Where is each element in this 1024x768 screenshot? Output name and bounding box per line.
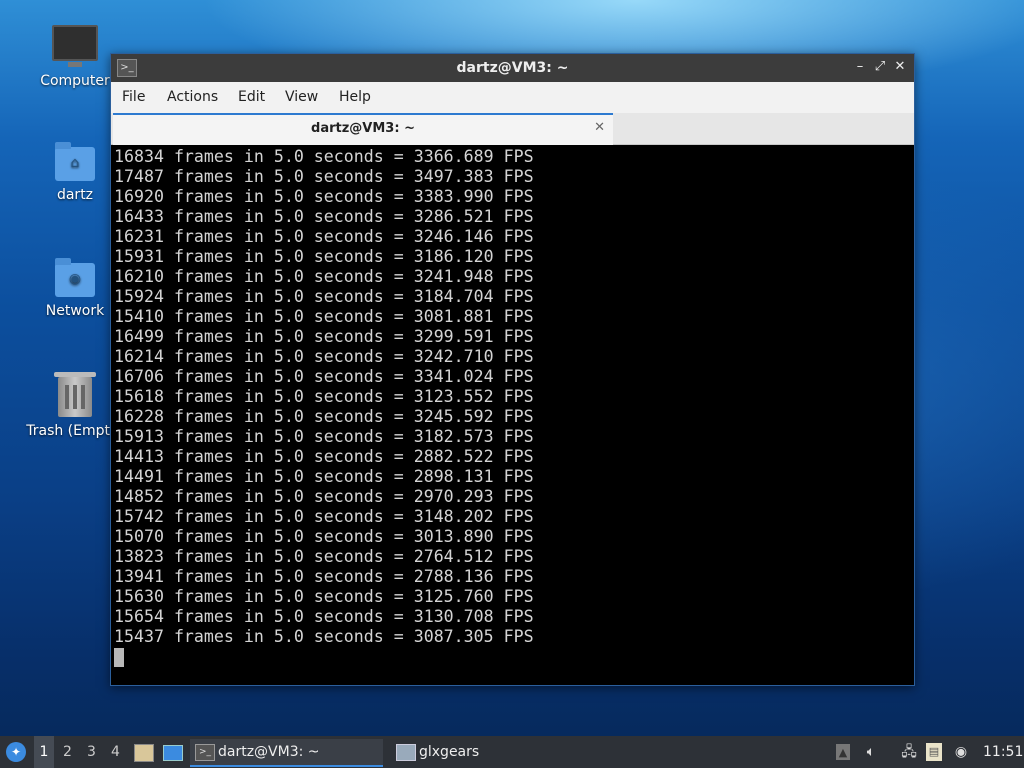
window-title: dartz@VM3: ~ [456, 60, 569, 76]
terminal-line: 15410 frames in 5.0 seconds = 3081.881 F… [114, 307, 534, 326]
terminal-window: >_ dartz@VM3: ~ – ⤢ ✕ File Actions Edit … [110, 53, 915, 686]
minimize-icon[interactable]: – [852, 59, 868, 75]
terminal-line: 16214 frames in 5.0 seconds = 3242.710 F… [114, 347, 534, 366]
terminal-line: 14491 frames in 5.0 seconds = 2898.131 F… [114, 467, 534, 486]
workspace-2[interactable]: 2 [63, 736, 77, 768]
updates-icon[interactable]: ▲ [836, 744, 850, 760]
tab-close-icon[interactable]: ✕ [594, 120, 605, 135]
volume-icon[interactable]: 🔈︎ [862, 743, 880, 761]
clock[interactable]: 11:51 [983, 736, 1023, 768]
task-glxgears[interactable]: glxgears [391, 739, 539, 765]
terminal-line: 16210 frames in 5.0 seconds = 3241.948 F… [114, 267, 534, 286]
menu-actions[interactable]: Actions [167, 89, 218, 105]
terminal-line: 14852 frames in 5.0 seconds = 2970.293 F… [114, 487, 534, 506]
terminal-cursor [114, 648, 124, 667]
terminal-line: 16433 frames in 5.0 seconds = 3286.521 F… [114, 207, 534, 226]
terminal-line: 15924 frames in 5.0 seconds = 3184.704 F… [114, 287, 534, 306]
workspace-3[interactable]: 3 [87, 736, 101, 768]
terminal-line: 13941 frames in 5.0 seconds = 2788.136 F… [114, 567, 534, 586]
task-label: glxgears [419, 744, 480, 760]
network-icon[interactable]: 🖧︎ [900, 743, 918, 761]
terminal-icon: >_ [195, 744, 215, 761]
terminal-line: 15070 frames in 5.0 seconds = 3013.890 F… [114, 527, 534, 546]
tab-label: dartz@VM3: ~ [311, 121, 415, 136]
trash-icon [54, 372, 96, 417]
terminal-line: 16706 frames in 5.0 seconds = 3341.024 F… [114, 367, 534, 386]
start-menu-button[interactable]: ✦ [4, 736, 28, 768]
computer-icon [52, 25, 98, 67]
distro-logo-icon: ✦ [6, 742, 26, 762]
terminal-line: 16228 frames in 5.0 seconds = 3245.592 F… [114, 407, 534, 426]
terminal-line: 13823 frames in 5.0 seconds = 2764.512 F… [114, 547, 534, 566]
network-folder-icon: ◉ [55, 258, 95, 297]
terminal-output[interactable]: 16834 frames in 5.0 seconds = 3366.689 F… [114, 147, 911, 682]
workspace-4[interactable]: 4 [111, 736, 125, 768]
terminal-line: 15630 frames in 5.0 seconds = 3125.760 F… [114, 587, 534, 606]
desktop-icon [163, 745, 183, 761]
maximize-icon[interactable]: ⤢ [872, 59, 888, 75]
terminal-line: 15437 frames in 5.0 seconds = 3087.305 F… [114, 627, 534, 646]
file-manager-launcher[interactable] [134, 736, 154, 768]
terminal-line: 15931 frames in 5.0 seconds = 3186.120 F… [114, 247, 534, 266]
tab-terminal[interactable]: dartz@VM3: ~ ✕ [113, 113, 613, 145]
tab-bar: dartz@VM3: ~ ✕ [111, 113, 914, 145]
window-titlebar[interactable]: >_ dartz@VM3: ~ – ⤢ ✕ [111, 54, 914, 82]
terminal-line: 17487 frames in 5.0 seconds = 3497.383 F… [114, 167, 534, 186]
menu-view[interactable]: View [285, 89, 318, 105]
task-terminal[interactable]: >_ dartz@VM3: ~ [190, 739, 383, 767]
terminal-line: 16231 frames in 5.0 seconds = 3246.146 F… [114, 227, 534, 246]
taskbar: ✦ 1 2 3 4 >_ dartz@VM3: ~ glxgears ▲ 🔈︎ … [0, 736, 1024, 768]
terminal-line: 16499 frames in 5.0 seconds = 3299.591 F… [114, 327, 534, 346]
home-folder-icon: ⌂ [55, 142, 95, 181]
file-manager-icon [134, 744, 154, 762]
task-label: dartz@VM3: ~ [218, 744, 320, 760]
terminal-line: 15913 frames in 5.0 seconds = 3182.573 F… [114, 427, 534, 446]
menu-edit[interactable]: Edit [238, 89, 265, 105]
menu-file[interactable]: File [122, 89, 145, 105]
window-icon [396, 744, 416, 761]
menu-bar: File Actions Edit View Help [111, 82, 914, 113]
show-desktop-launcher[interactable] [163, 736, 183, 768]
notifications-icon[interactable]: ◉ [952, 743, 970, 761]
terminal-line: 15618 frames in 5.0 seconds = 3123.552 F… [114, 387, 534, 406]
terminal-line: 15654 frames in 5.0 seconds = 3130.708 F… [114, 607, 534, 626]
terminal-line: 16920 frames in 5.0 seconds = 3383.990 F… [114, 187, 534, 206]
close-icon[interactable]: ✕ [892, 59, 908, 75]
workspace-1[interactable]: 1 [34, 736, 54, 768]
menu-help[interactable]: Help [339, 89, 371, 105]
clipboard-icon[interactable]: ▤ [926, 743, 942, 761]
terminal-line: 15742 frames in 5.0 seconds = 3148.202 F… [114, 507, 534, 526]
terminal-line: 14413 frames in 5.0 seconds = 2882.522 F… [114, 447, 534, 466]
terminal-line: 16834 frames in 5.0 seconds = 3366.689 F… [114, 147, 534, 166]
